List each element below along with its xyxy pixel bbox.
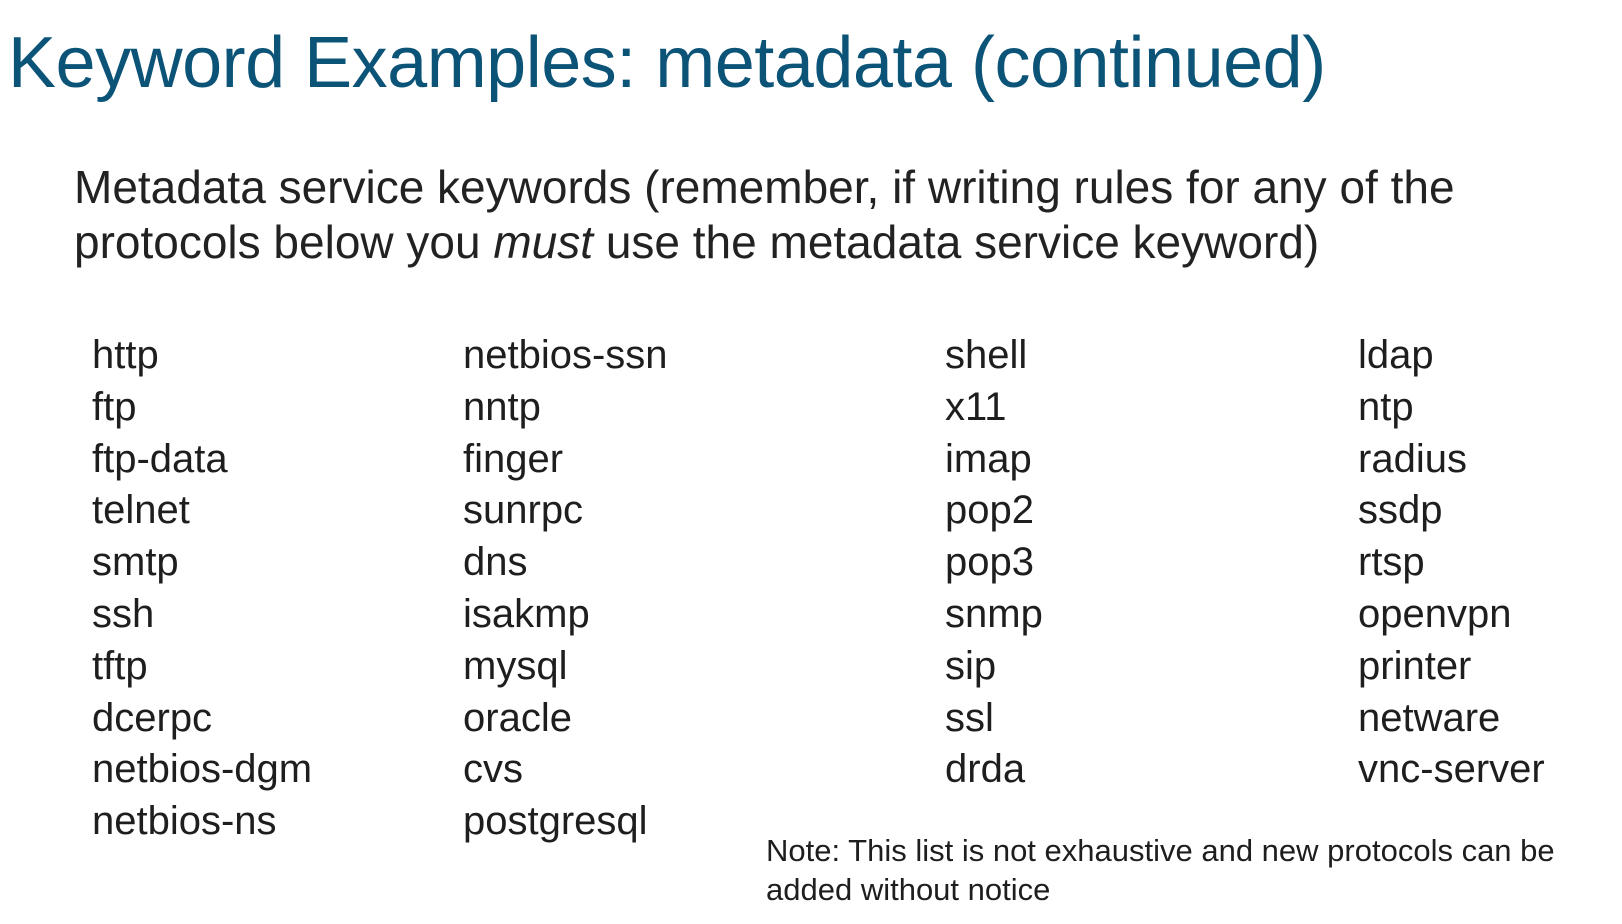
keyword-item: rtsp [1358, 540, 1425, 585]
keyword-item: ldap [1358, 333, 1434, 377]
keyword-item: mysql [463, 643, 568, 688]
keyword-item: netbios-ns [92, 799, 277, 844]
keyword-item: sip [945, 643, 997, 688]
keyword-item: shell [945, 333, 1028, 377]
keyword-item: vnc-server [1358, 747, 1545, 792]
keyword-item: snmp [945, 591, 1043, 636]
keyword-column-2: netbios-ssn nntp finger sunrpc dns isakm… [463, 330, 668, 848]
keyword-item: ftp [92, 384, 137, 429]
keyword-item: tftp [92, 643, 148, 688]
keyword-item: postgresql [463, 799, 648, 844]
keyword-item: printer [1358, 643, 1472, 688]
keyword-item: imap [945, 436, 1032, 481]
keyword-item: http [92, 333, 159, 377]
footnote: Note: This list is not exhaustive and ne… [766, 833, 1555, 907]
keyword-item: drda [945, 747, 1026, 792]
keyword-item: ftp-data [92, 436, 228, 481]
keyword-item: oracle [463, 695, 572, 740]
keyword-item: pop2 [945, 488, 1034, 533]
keyword-item: netware [1358, 695, 1501, 740]
keyword-item: dns [463, 540, 528, 585]
keyword-item: finger [463, 436, 564, 481]
keyword-item: cvs [463, 747, 523, 792]
keyword-item: radius [1358, 436, 1467, 481]
keyword-item: nntp [463, 384, 541, 429]
intro-emphasis: must [493, 216, 594, 268]
keyword-item: ntp [1358, 384, 1414, 429]
keyword-item: dcerpc [92, 695, 213, 740]
keyword-item: x11 [945, 384, 1007, 429]
keyword-item: sunrpc [463, 488, 584, 533]
keyword-item: netbios-ssn [463, 333, 668, 377]
keyword-item: telnet [92, 488, 190, 533]
keyword-item: ssdp [1358, 488, 1443, 533]
keyword-item: ssl [945, 695, 994, 740]
keyword-item: pop3 [945, 540, 1034, 585]
keyword-item: smtp [92, 540, 179, 585]
intro-text: Metadata service keywords (remember, if … [74, 160, 1594, 270]
keyword-item: isakmp [463, 591, 590, 636]
keyword-column-1: http ftp ftp-data telnet smtp ssh tftp d… [92, 330, 312, 848]
keyword-column-4: ldap ntp radius ssdp rtsp openvpn printe… [1358, 330, 1545, 796]
keyword-column-3: shell x11 imap pop2 pop3 snmp sip ssl dr… [945, 330, 1043, 796]
keyword-item: openvpn [1358, 591, 1512, 636]
intro-text-end: use the metadata service keyword) [593, 216, 1320, 268]
page-title: Keyword Examples: metadata (continued) [8, 23, 1326, 103]
keyword-item: netbios-dgm [92, 747, 313, 792]
keyword-item: ssh [92, 591, 155, 636]
